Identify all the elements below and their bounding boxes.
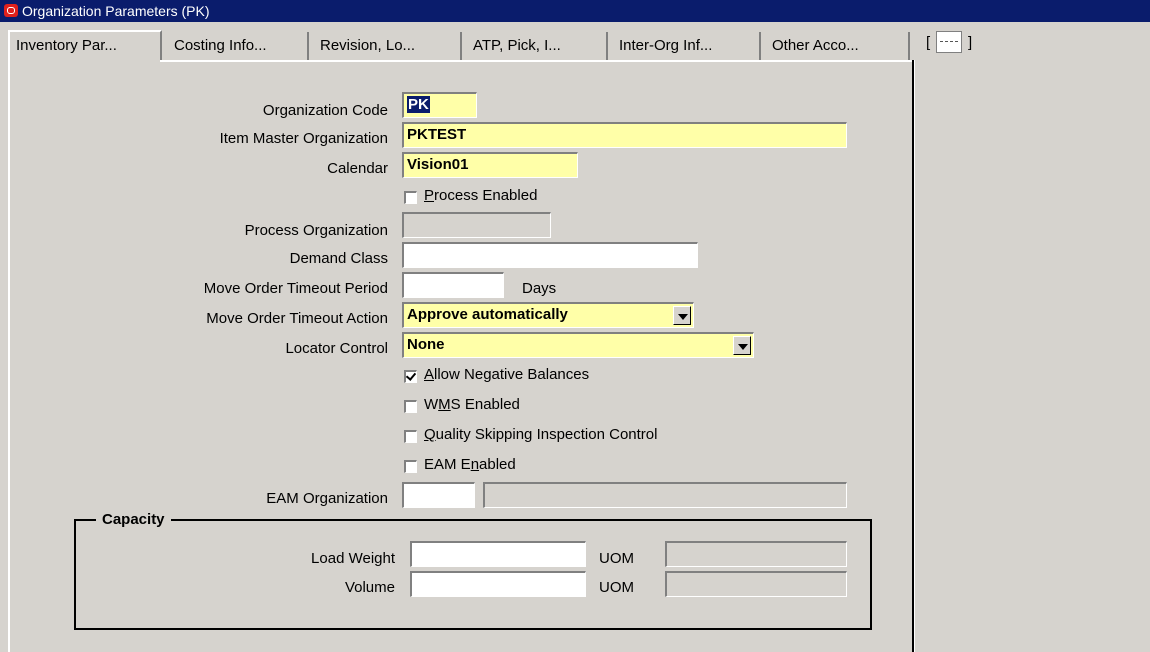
tab-atp-pick[interactable]: ATP, Pick, I... [467, 32, 608, 60]
tab-overflow-close: ] [968, 34, 973, 51]
quality-skipping-label: Quality Skipping Inspection Control [424, 426, 657, 443]
tab-inter-org-info[interactable]: Inter-Org Inf... [613, 32, 761, 60]
locator-control-value: None [407, 336, 445, 353]
allow-negative-checkbox[interactable] [404, 370, 417, 383]
chevron-down-icon[interactable] [733, 336, 751, 355]
allow-negative-label-post: llow Negative Balances [434, 366, 590, 383]
volume-label: Volume [344, 579, 395, 596]
tab-overflow-selector[interactable] [936, 31, 962, 53]
tab-inventory-parameters[interactable]: Inventory Par... [8, 30, 162, 62]
org-code-field[interactable]: PK [402, 92, 477, 118]
tab-label: ATP, Pick, I... [473, 37, 561, 54]
window-titlebar: Organization Parameters (PK) [0, 0, 1150, 22]
tab-label: Revision, Lo... [320, 37, 416, 54]
oracle-logo-icon [4, 4, 18, 17]
wms-enabled-checkbox[interactable] [404, 400, 417, 413]
calendar-field[interactable]: Vision01 [402, 152, 578, 178]
process-org-field [402, 212, 551, 238]
eam-enabled-checkbox[interactable] [404, 460, 417, 473]
wms-enabled-label-pre: W [424, 396, 439, 413]
chevron-down-icon[interactable] [673, 306, 691, 325]
process-enabled-label-post: rocess Enabled [434, 187, 538, 204]
move-timeout-action-select[interactable]: Approve automatically [402, 302, 694, 328]
process-org-label: Process Organization [244, 222, 388, 239]
volume-uom-field [665, 571, 847, 597]
tab-costing-info[interactable]: Costing Info... [168, 32, 309, 60]
eam-org-description [483, 482, 847, 508]
move-timeout-period-label: Move Order Timeout Period [203, 280, 388, 297]
process-enabled-mnemonic: P [424, 187, 435, 204]
eam-enabled-label: EAM Enabled [424, 456, 516, 473]
process-enabled-checkbox[interactable] [404, 191, 417, 204]
volume-uom-label: UOM [599, 579, 634, 596]
tab-revision-lot[interactable]: Revision, Lo... [314, 32, 462, 60]
tab-other-accounts[interactable]: Other Acco... [766, 32, 910, 60]
quality-skipping-mnemonic: Q [424, 426, 436, 443]
quality-skipping-checkbox[interactable] [404, 430, 417, 443]
move-timeout-period-field[interactable] [402, 272, 504, 298]
eam-enabled-label-pre: EAM E [424, 456, 471, 473]
org-code-label: Organization Code [262, 102, 388, 119]
eam-org-label: EAM Organization [266, 490, 388, 507]
demand-class-field[interactable] [402, 242, 698, 268]
tab-label: Other Acco... [772, 37, 859, 54]
move-timeout-action-label: Move Order Timeout Action [206, 310, 388, 327]
wms-enabled-mnemonic: M [438, 396, 451, 413]
org-code-value: PK [407, 96, 430, 113]
process-enabled-label: Process Enabled [424, 187, 537, 204]
move-timeout-action-value: Approve automatically [407, 306, 568, 323]
wms-enabled-label: WMS Enabled [424, 396, 520, 413]
window-title: Organization Parameters (PK) [22, 3, 210, 19]
eam-enabled-mnemonic: n [470, 456, 480, 473]
load-weight-uom-label: UOM [599, 550, 634, 567]
panel-border-right-highlight [914, 60, 915, 652]
eam-org-field[interactable] [402, 482, 475, 508]
allow-negative-mnemonic: A [424, 366, 435, 383]
allow-negative-label: Allow Negative Balances [424, 366, 589, 383]
tab-label: Costing Info... [174, 37, 267, 54]
calendar-label: Calendar [327, 160, 388, 177]
capacity-title: Capacity [96, 511, 171, 528]
panel-border-top [160, 60, 912, 62]
load-weight-uom-field [665, 541, 847, 567]
volume-field[interactable] [410, 571, 586, 597]
tab-label: Inventory Par... [16, 37, 117, 54]
demand-class-label: Demand Class [289, 250, 388, 267]
load-weight-label: Load Weight [311, 550, 395, 567]
wms-enabled-label-post: S Enabled [450, 396, 520, 413]
locator-control-label: Locator Control [285, 340, 388, 357]
eam-enabled-label-post: abled [479, 456, 516, 473]
locator-control-select[interactable]: None [402, 332, 754, 358]
item-master-label: Item Master Organization [219, 130, 388, 147]
item-master-field[interactable]: PKTEST [402, 122, 847, 148]
tab-label: Inter-Org Inf... [619, 37, 713, 54]
panel-border-left [8, 62, 10, 652]
load-weight-field[interactable] [410, 541, 586, 567]
move-timeout-unit: Days [522, 280, 557, 297]
quality-skipping-label-post: uality Skipping Inspection Control [435, 426, 658, 443]
tab-overflow-open: [ [926, 34, 931, 51]
